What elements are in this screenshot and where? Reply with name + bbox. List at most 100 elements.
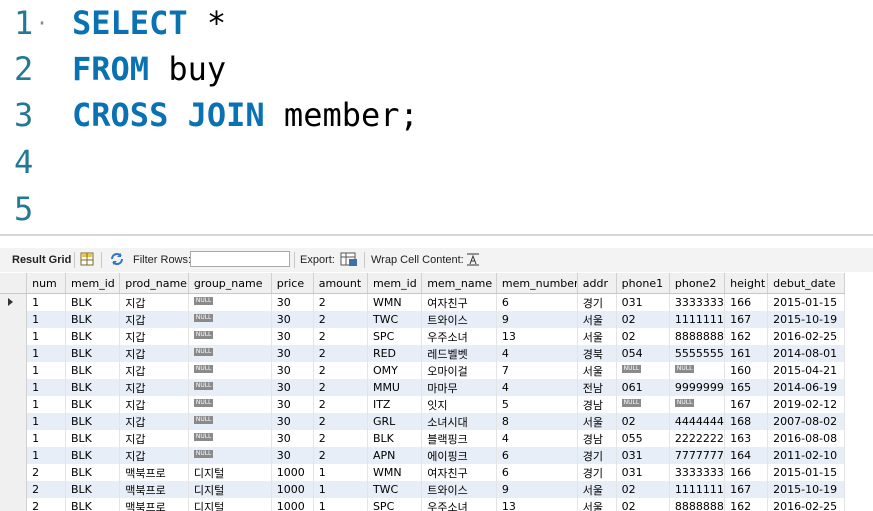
table-cell[interactable]: 162 xyxy=(724,328,769,345)
table-cell[interactable]: 2 xyxy=(313,345,368,362)
table-cell[interactable]: BLK xyxy=(367,430,423,447)
table-cell[interactable]: 2 xyxy=(313,447,368,464)
table-cell[interactable]: RED xyxy=(367,345,423,362)
table-row[interactable]: 1BLK지갑 NULL 302SPC우주소녀13서울0288888888162201… xyxy=(0,328,845,345)
table-cell[interactable]: 지갑 xyxy=(119,413,189,430)
table-cell[interactable]: 22222222 xyxy=(669,430,726,447)
table-cell[interactable]: 경기 xyxy=(577,293,617,311)
table-cell[interactable]: 02 xyxy=(616,311,670,328)
table-cell[interactable]: 88888888 xyxy=(669,328,726,345)
table-cell[interactable]: MMU xyxy=(367,379,423,396)
code-line-1[interactable]: 1 · SELECT * xyxy=(0,0,873,47)
table-cell[interactable]: 2 xyxy=(313,379,368,396)
table-cell[interactable]: 1 xyxy=(26,328,66,345)
table-cell[interactable]: 2014-08-01 xyxy=(767,345,845,362)
table-cell[interactable]: 02 xyxy=(616,498,670,511)
row-indicator[interactable] xyxy=(0,311,28,328)
column-header-mem-id[interactable]: mem_id xyxy=(65,273,121,294)
table-cell[interactable]: BLK xyxy=(65,430,121,447)
table-cell[interactable]: 99999999 xyxy=(669,379,726,396)
table-cell[interactable]: 44444444 xyxy=(669,413,726,430)
export-icon[interactable] xyxy=(340,248,358,272)
table-cell[interactable]: BLK xyxy=(65,293,121,311)
table-cell[interactable]: 여자친구 xyxy=(421,464,497,481)
table-cell[interactable]: 7 xyxy=(496,362,578,379)
table-cell[interactable]: 1000 xyxy=(271,481,314,498)
table-cell[interactable]: 6 xyxy=(496,293,578,311)
table-cell[interactable]: NULL xyxy=(188,311,272,328)
table-cell[interactable]: 1 xyxy=(313,498,368,511)
column-header-phone2[interactable]: phone2 xyxy=(669,273,726,294)
table-cell[interactable]: 165 xyxy=(724,379,769,396)
column-header-price[interactable]: price xyxy=(271,273,314,294)
column-header-phone1[interactable]: phone1 xyxy=(616,273,670,294)
table-cell[interactable]: 경기 xyxy=(577,447,617,464)
table-cell[interactable]: 5 xyxy=(496,396,578,413)
table-cell[interactable]: 13 xyxy=(496,328,578,345)
row-indicator[interactable] xyxy=(0,498,28,511)
table-cell[interactable]: 167 xyxy=(724,481,769,498)
table-cell[interactable]: 디지털 xyxy=(188,498,272,511)
table-row[interactable]: 1BLK지갑NULL302BLK블랙핑크4경남05522222222163201… xyxy=(0,430,845,447)
column-header-height[interactable]: height xyxy=(724,273,769,294)
table-cell[interactable]: 031 xyxy=(616,293,670,311)
table-cell[interactable]: 서울 xyxy=(577,362,617,379)
column-header-addr[interactable]: addr xyxy=(577,273,617,294)
table-cell[interactable]: ITZ xyxy=(367,396,423,413)
table-cell[interactable]: WMN xyxy=(367,464,423,481)
table-cell[interactable]: APN xyxy=(367,447,423,464)
table-cell[interactable]: 8 xyxy=(496,413,578,430)
table-row[interactable]: 1 BLK 지갑 NULL 30 2 ITZ 잇지 5 경남 NULL NULL 167 2019-02-… xyxy=(0,396,845,413)
table-cell[interactable]: 2 xyxy=(313,311,368,328)
table-cell[interactable]: 레드벨벳 xyxy=(421,345,497,362)
table-cell[interactable]: 1 xyxy=(26,293,66,311)
table-cell[interactable]: 트와이스 xyxy=(421,311,497,328)
table-cell[interactable]: 30 xyxy=(271,293,314,311)
table-cell[interactable]: 블랙핑크 xyxy=(421,430,497,447)
table-cell[interactable]: 77777777 xyxy=(669,447,726,464)
table-cell[interactable]: 1 xyxy=(26,430,66,447)
column-header-amount[interactable]: amount xyxy=(313,273,368,294)
table-cell[interactable]: BLK xyxy=(65,396,121,413)
table-cell[interactable]: 30 xyxy=(271,345,314,362)
table-cell[interactable]: 02 xyxy=(616,328,670,345)
row-indicator[interactable] xyxy=(0,379,28,396)
table-cell[interactable]: 서울 xyxy=(577,328,617,345)
table-cell[interactable]: 서울 xyxy=(577,311,617,328)
table-row[interactable]: 2BLK맥북프로디지털10001SPC우주소녀13서울0288888888162… xyxy=(0,498,845,511)
table-cell[interactable]: 2 xyxy=(313,328,368,345)
table-cell[interactable]: NULL xyxy=(188,293,272,311)
table-cell[interactable]: 162 xyxy=(724,498,769,511)
table-cell[interactable]: 서울 xyxy=(577,498,617,511)
table-cell[interactable]: 2 xyxy=(26,481,66,498)
table-row[interactable]: 1BLK지갑 NULL 302TWC트와이스9서울02111111111672015… xyxy=(0,311,845,328)
table-cell[interactable]: 167 xyxy=(724,396,769,413)
table-cell[interactable]: 2011-02-10 xyxy=(767,447,845,464)
table-cell[interactable]: NULL xyxy=(188,328,272,345)
table-cell[interactable]: 13 xyxy=(496,498,578,511)
table-cell[interactable]: 경북 xyxy=(577,345,617,362)
column-header-debut-date[interactable]: debut_date xyxy=(767,273,845,294)
table-cell[interactable]: 1000 xyxy=(271,464,314,481)
table-cell[interactable]: 55555555 xyxy=(669,345,726,362)
table-cell[interactable]: 트와이스 xyxy=(421,481,497,498)
table-cell[interactable]: 2 xyxy=(313,293,368,311)
table-cell[interactable]: 1 xyxy=(26,362,66,379)
table-cell[interactable]: NULL xyxy=(669,362,726,379)
table-cell[interactable]: 디지털 xyxy=(188,464,272,481)
table-cell[interactable]: NULL xyxy=(616,396,670,413)
table-cell[interactable]: 9 xyxy=(496,481,578,498)
table-cell[interactable]: 11111111 xyxy=(669,311,726,328)
table-cell[interactable]: 2016-02-25 xyxy=(767,328,845,345)
table-cell[interactable]: 061 xyxy=(616,379,670,396)
table-cell[interactable]: 2 xyxy=(26,498,66,511)
table-cell[interactable]: 1 xyxy=(26,311,66,328)
table-cell[interactable]: NULL xyxy=(188,447,272,464)
table-cell[interactable]: BLK xyxy=(65,362,121,379)
table-cell[interactable]: 88888888 xyxy=(669,498,726,511)
table-cell[interactable]: 1 xyxy=(26,396,66,413)
code-line-3[interactable]: 3 CROSS JOIN member; xyxy=(0,92,873,139)
grid-view-icon[interactable] xyxy=(80,248,94,272)
table-cell[interactable]: 30 xyxy=(271,328,314,345)
column-header-group-name[interactable]: group_name xyxy=(188,273,272,294)
